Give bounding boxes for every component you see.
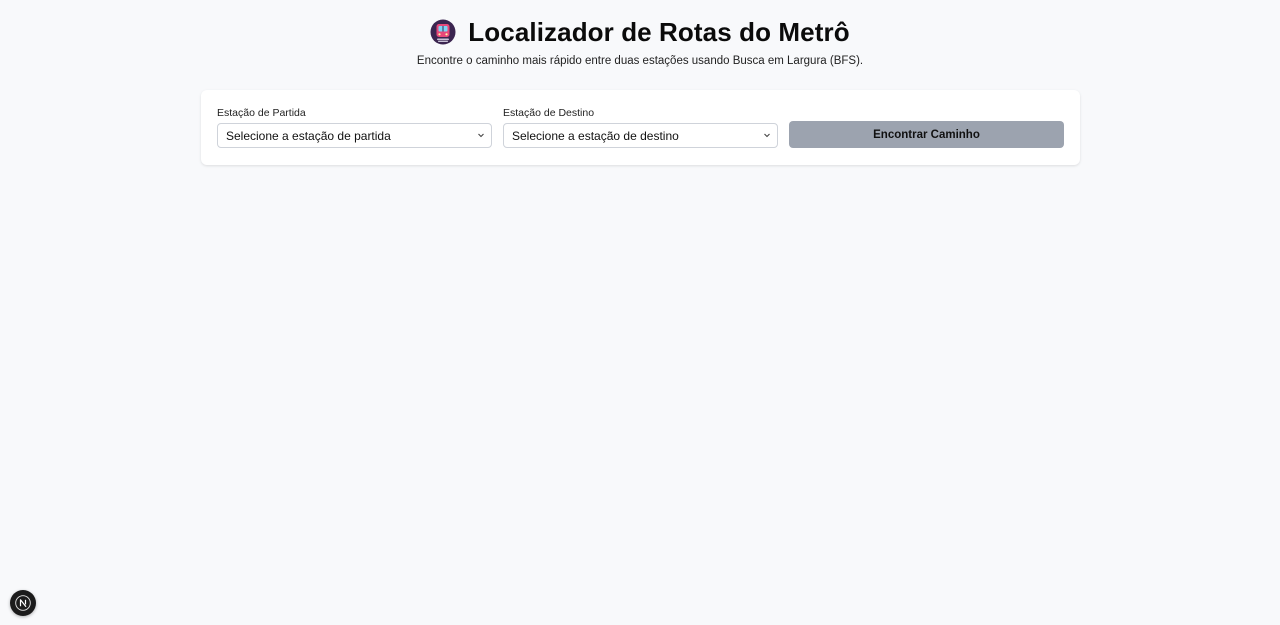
chevron-down-icon: [478, 133, 484, 138]
nextjs-dev-badge[interactable]: [10, 590, 36, 616]
destination-selected-value: Selecione a estação de destino: [512, 128, 679, 143]
destination-field: Estação de Destino Selecione a estação d…: [503, 107, 778, 148]
destination-station-select[interactable]: Selecione a estação de destino: [503, 123, 778, 148]
chevron-down-icon: [764, 133, 770, 138]
route-form-card: Estação de Partida Selecione a estação d…: [201, 90, 1080, 165]
metro-train-icon: [430, 19, 456, 45]
page-title: Localizador de Rotas do Metrô: [468, 17, 850, 47]
page-subtitle: Encontre o caminho mais rápido entre dua…: [416, 55, 864, 67]
find-route-button[interactable]: Encontrar Caminho: [789, 121, 1064, 148]
origin-label: Estação de Partida: [217, 107, 306, 119]
destination-label: Estação de Destino: [503, 107, 595, 119]
origin-selected-value: Selecione a estação de partida: [226, 128, 391, 143]
title-row: Localizador de Rotas do Metrô: [0, 17, 1280, 47]
page-header: Localizador de Rotas do Metrô Encontre o…: [0, 0, 1280, 68]
origin-field: Estação de Partida Selecione a estação d…: [217, 107, 492, 148]
app-page: Localizador de Rotas do Metrô Encontre o…: [0, 0, 1280, 625]
origin-station-select[interactable]: Selecione a estação de partida: [217, 123, 492, 148]
nextjs-logo-icon: [15, 595, 31, 611]
